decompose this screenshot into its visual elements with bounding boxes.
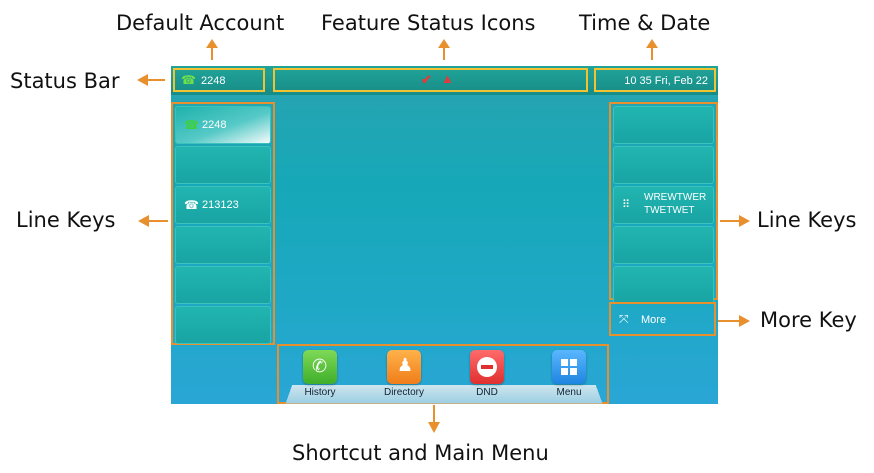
more-key[interactable]: ⤧ More — [609, 302, 716, 336]
warning-icon: ▲ — [441, 71, 454, 86]
line-key-label-2: TWETWET — [644, 205, 695, 216]
phone-icon: ☎ — [181, 73, 196, 87]
line-key-11[interactable] — [613, 266, 714, 304]
missed-call-icon: ✔ — [421, 72, 432, 87]
time-date: 10 35 Fri, Feb 22 — [624, 75, 708, 87]
directory-label: Directory — [383, 387, 424, 398]
line-keys-left-callout: Line Keys — [16, 208, 116, 232]
line-key-5[interactable] — [175, 266, 271, 304]
menu-label: Menu — [556, 387, 582, 398]
line-key-3[interactable]: ☎ 213123 — [175, 186, 271, 224]
more-key-callout: More Key — [760, 308, 857, 332]
menu-grid-icon — [552, 350, 586, 384]
directory-item[interactable]: ♟ Directory — [371, 350, 437, 398]
status-bar: ☎ 2248 ✔ ▲ 10 35 Fri, Feb 22 — [171, 66, 718, 95]
default-account-callout: Default Account — [116, 11, 285, 35]
directory-icon: ♟ — [387, 350, 421, 384]
right-line-keys: ⠿ WREWTWER TWETWET — [609, 102, 718, 304]
feature-status-area: ✔ ▲ — [273, 68, 588, 92]
account-number: 2248 — [201, 75, 226, 87]
more-label: More — [641, 314, 667, 326]
shortcut-main-menu-callout: Shortcut and Main Menu — [292, 441, 549, 465]
history-icon: ✆ — [303, 350, 337, 384]
line-key-label-1: WREWTWER — [644, 192, 707, 203]
history-label: History — [304, 387, 336, 398]
expand-icon: ⤧ — [619, 312, 629, 326]
line-key-8[interactable] — [613, 146, 714, 184]
line-key-4[interactable] — [175, 226, 271, 264]
phone-icon: ☎ — [184, 198, 199, 212]
line-key-label: 213123 — [202, 199, 239, 211]
dnd-label: DND — [476, 387, 498, 398]
phone-screen: ☎ 2248 ✔ ▲ 10 35 Fri, Feb 22 ☎ 2248 ☎ 21… — [171, 66, 718, 404]
line-keys-right-callout: Line Keys — [757, 208, 857, 232]
shortcut-main-menu: ✆ History ♟ Directory DND Menu — [277, 344, 609, 404]
line-key-6[interactable] — [175, 306, 271, 344]
phone-icon: ☎ — [184, 118, 199, 132]
dnd-icon — [470, 350, 504, 384]
default-account-area: ☎ 2248 — [173, 68, 265, 92]
line-key-9[interactable]: ⠿ WREWTWER TWETWET — [613, 186, 714, 224]
line-key-label: 2248 — [202, 119, 227, 131]
line-key-2[interactable] — [175, 146, 271, 184]
menu-item[interactable]: Menu — [536, 350, 602, 398]
line-key-10[interactable] — [613, 226, 714, 264]
time-date-area: 10 35 Fri, Feb 22 — [594, 68, 716, 92]
dnd-item[interactable]: DND — [454, 350, 520, 398]
line-key-1[interactable]: ☎ 2248 — [175, 106, 271, 144]
keypad-icon: ⠿ — [622, 199, 631, 211]
line-key-7[interactable] — [613, 106, 714, 144]
feature-status-icons-callout: Feature Status Icons — [321, 11, 536, 35]
status-bar-callout: Status Bar — [10, 69, 120, 93]
time-date-callout: Time & Date — [579, 11, 711, 35]
history-item[interactable]: ✆ History — [287, 350, 353, 398]
left-line-keys: ☎ 2248 ☎ 213123 — [171, 102, 275, 345]
